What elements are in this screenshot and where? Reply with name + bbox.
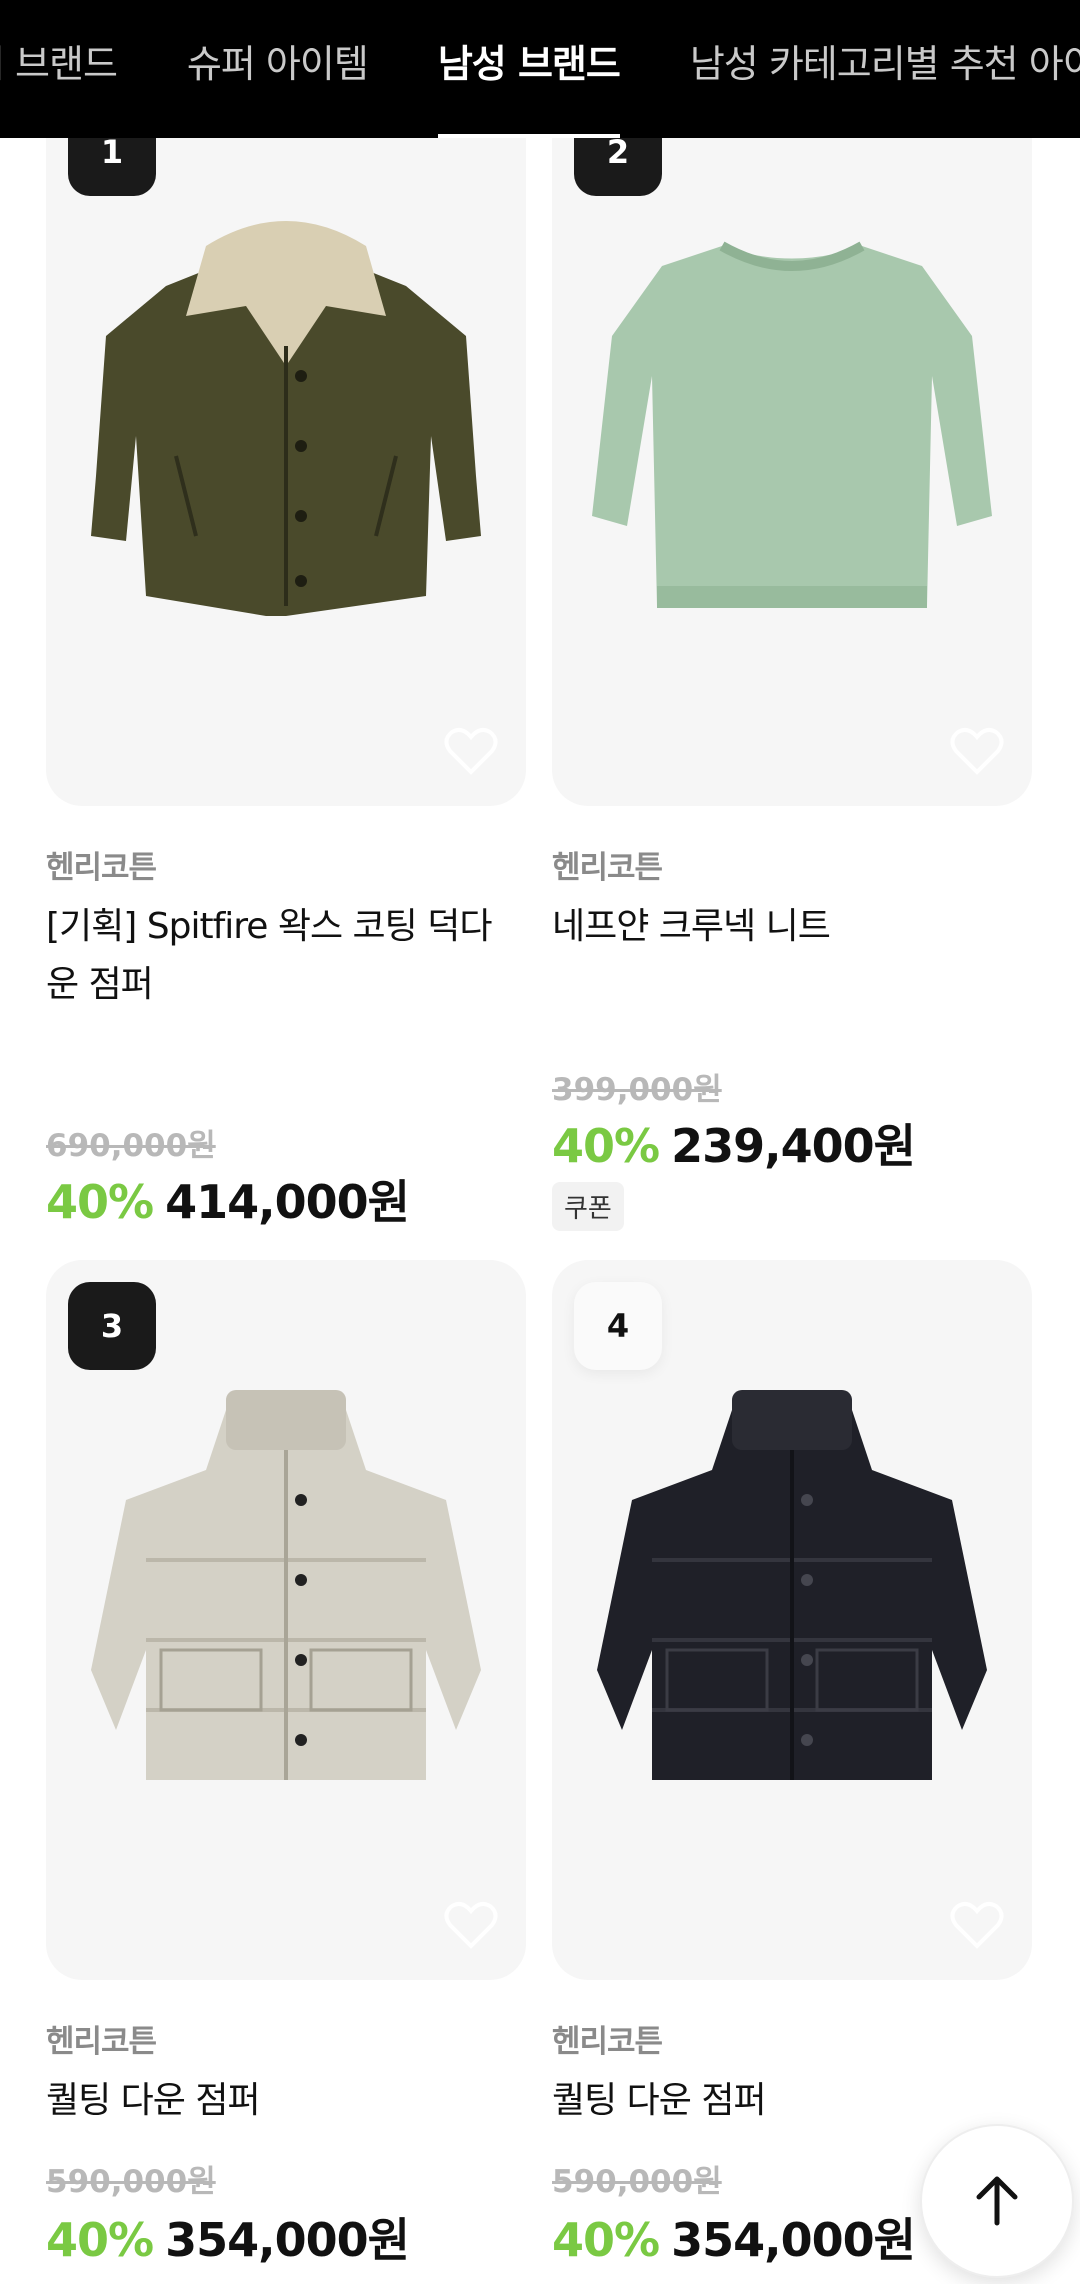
beige-puffer-image	[91, 1390, 481, 1780]
heart-icon[interactable]	[444, 1900, 498, 1950]
sale-price: 40% 414,000원	[46, 1166, 410, 1232]
sale-price: 40% 354,000원	[46, 2204, 410, 2270]
product-name[interactable]: [기획] Spitfire 왁스 코팅 덕다운 점퍼	[46, 898, 516, 1014]
brand-name: 헨리코튼	[552, 2024, 663, 2060]
olive-jacket-image	[91, 221, 481, 616]
brand-name: 헨리코튼	[552, 850, 663, 886]
product-image[interactable]: 1	[46, 86, 526, 806]
scroll-to-top-button[interactable]	[920, 2124, 1074, 2278]
sale-price: 40% 239,400원	[552, 1110, 916, 1176]
discount-rate: 40%	[552, 2213, 660, 2267]
tab-super-item[interactable]: 슈퍼 아이템	[187, 0, 369, 138]
discount-rate: 40%	[46, 1175, 154, 1229]
arrow-up-icon	[976, 2176, 1018, 2226]
rank-badge: 3	[68, 1282, 156, 1370]
heart-icon[interactable]	[444, 726, 498, 776]
brand-name: 헨리코튼	[46, 2024, 157, 2060]
product-image[interactable]: 4	[552, 1260, 1032, 1980]
product-name[interactable]: 퀄팅 다운 점퍼	[552, 2072, 1022, 2130]
price-value: 354,000원	[165, 2213, 410, 2267]
price-value: 354,000원	[671, 2213, 916, 2267]
discount-rate: 40%	[552, 1119, 660, 1173]
black-puffer-image	[597, 1390, 987, 1780]
brand-name: 헨리코튼	[46, 850, 157, 886]
original-price: 590,000원	[46, 2164, 216, 2200]
heart-icon[interactable]	[950, 1900, 1004, 1950]
heart-icon[interactable]	[950, 726, 1004, 776]
tab-mens-brand[interactable]: 남성 브랜드	[437, 0, 621, 138]
discount-rate: 40%	[46, 2213, 154, 2267]
green-knit-image	[592, 241, 992, 608]
tab-mens-category[interactable]: 남성 카테고리별 추천 아이	[690, 0, 1080, 138]
original-price: 590,000원	[552, 2164, 722, 2200]
sale-price: 40% 354,000원	[552, 2204, 916, 2270]
product-name[interactable]: 퀄팅 다운 점퍼	[46, 2072, 516, 2130]
original-price: 690,000원	[46, 1128, 216, 1164]
price-value: 414,000원	[165, 1175, 410, 1229]
category-tab-bar: 퍼 브랜드 슈퍼 아이템 남성 브랜드 남성 카테고리별 추천 아이	[0, 0, 1080, 138]
coupon-badge: 쿠폰	[552, 1182, 624, 1231]
tab-fur-brand[interactable]: 퍼 브랜드	[0, 0, 118, 138]
original-price: 399,000원	[552, 1072, 722, 1108]
price-value: 239,400원	[671, 1119, 916, 1173]
product-image[interactable]: 2	[552, 86, 1032, 806]
product-image[interactable]: 3	[46, 1260, 526, 1980]
product-name[interactable]: 네프얀 크루넥 니트	[552, 898, 1022, 956]
rank-badge: 4	[574, 1282, 662, 1370]
